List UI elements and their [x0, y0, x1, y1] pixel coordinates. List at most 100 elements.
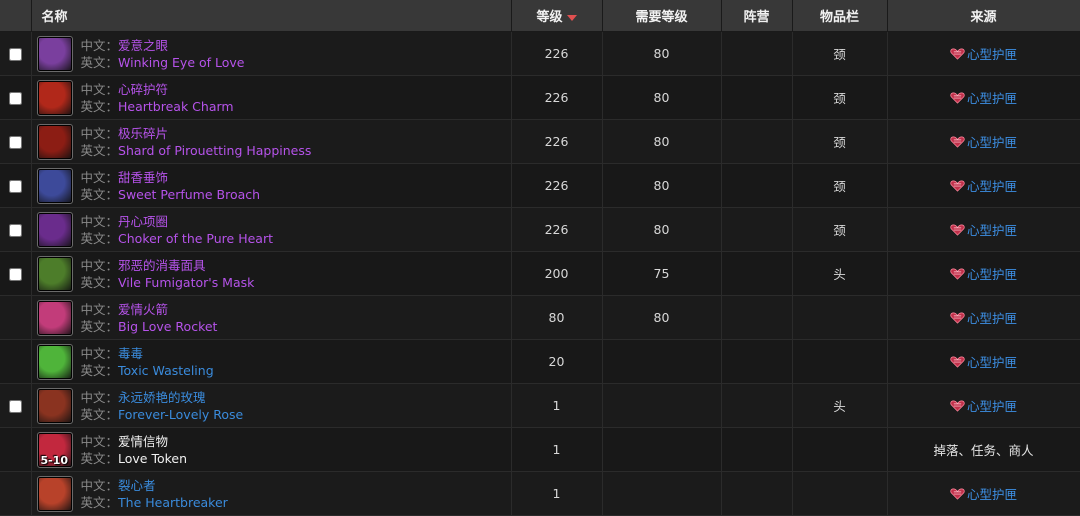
req-level-cell: 80 [602, 163, 722, 208]
cn-prefix: 中文： [80, 125, 119, 141]
sort-desc-icon [566, 14, 577, 21]
item-icon[interactable] [36, 343, 73, 380]
row-checkbox[interactable] [8, 400, 22, 413]
item-icon[interactable]: 5-10 [36, 431, 73, 468]
cn-prefix: 中文： [80, 477, 119, 493]
row-checkbox[interactable] [8, 136, 22, 149]
item-icon[interactable] [36, 123, 73, 160]
req-level-cell [602, 383, 722, 428]
row-checkbox[interactable] [8, 92, 22, 105]
row-checkbox[interactable] [8, 48, 22, 61]
slot-cell: 颈 [792, 119, 888, 164]
item-name-cn[interactable]: 丹心项圈 [118, 214, 168, 229]
source-link-label: 心型护匣 [966, 487, 1017, 502]
header-row: 名称 等级 需要等级 阵营 物品栏 来源 [0, 0, 1080, 32]
item-name-en[interactable]: Love Token [118, 451, 187, 466]
table-row: 中文：极乐碎片 英文：Shard of Pirouetting Happiness… [0, 119, 1080, 164]
faction-cell [721, 295, 793, 340]
item-name-cn[interactable]: 裂心者 [118, 478, 156, 493]
row-checkbox[interactable] [8, 224, 22, 237]
select-cell [0, 207, 32, 252]
item-name-cn[interactable]: 爱情火箭 [118, 302, 168, 317]
heart-box-icon [950, 488, 965, 500]
en-prefix: 英文： [80, 54, 119, 70]
source-link-label: 心型护匣 [966, 223, 1017, 238]
stack-count-badge: 5-10 [40, 453, 69, 467]
item-icon[interactable] [36, 299, 73, 336]
item-name-en[interactable]: Toxic Wasteling [118, 363, 214, 378]
header-slot[interactable]: 物品栏 [792, 0, 888, 32]
faction-cell [721, 119, 793, 164]
row-checkbox[interactable] [8, 268, 22, 281]
select-cell [0, 251, 32, 296]
cn-prefix: 中文： [80, 169, 119, 185]
cn-prefix: 中文： [80, 257, 119, 273]
item-icon[interactable] [36, 79, 73, 116]
level-cell: 226 [511, 31, 603, 76]
header-level[interactable]: 等级 [511, 0, 603, 32]
source-link[interactable]: 心型护匣 [950, 88, 1017, 107]
source-link[interactable]: 心型护匣 [950, 396, 1017, 415]
item-name-cn[interactable]: 极乐碎片 [118, 126, 168, 141]
item-name-en[interactable]: Big Love Rocket [118, 319, 217, 334]
heart-box-icon [950, 268, 965, 280]
cn-prefix: 中文： [80, 81, 119, 97]
level-cell: 226 [511, 163, 603, 208]
source-link-label: 心型护匣 [966, 91, 1017, 106]
item-name-cn[interactable]: 心碎护符 [118, 82, 168, 97]
heart-box-icon [950, 92, 965, 104]
en-prefix: 英文： [80, 98, 119, 114]
source-link[interactable]: 心型护匣 [950, 220, 1017, 239]
item-name-en[interactable]: Shard of Pirouetting Happiness [118, 143, 311, 158]
item-name-en[interactable]: Vile Fumigator's Mask [118, 275, 254, 290]
header-source[interactable]: 来源 [887, 0, 1080, 32]
items-table: 名称 等级 需要等级 阵营 物品栏 来源 中文：爱意之眼 英文：Winking E… [0, 0, 1080, 516]
source-link[interactable]: 心型护匣 [950, 352, 1017, 371]
item-name-cn[interactable]: 爱情信物 [118, 434, 168, 449]
table-row: 中文：爱意之眼 英文：Winking Eye of Love 226 80 颈心型护匣 [0, 31, 1080, 76]
item-name-en[interactable]: Sweet Perfume Broach [118, 187, 260, 202]
slot-cell [792, 295, 888, 340]
item-name-cn[interactable]: 永远娇艳的玫瑰 [118, 390, 206, 405]
header-name[interactable]: 名称 [31, 0, 512, 32]
cn-prefix: 中文： [80, 301, 119, 317]
source-link[interactable]: 心型护匣 [950, 264, 1017, 283]
name-cell: 5-10 中文：爱情信物 英文：Love Token [31, 427, 512, 472]
source-link[interactable]: 心型护匣 [950, 44, 1017, 63]
item-name-en[interactable]: Winking Eye of Love [118, 55, 244, 70]
item-icon[interactable] [36, 255, 73, 292]
source-cell: 心型护匣 [887, 31, 1080, 76]
item-name-cn[interactable]: 毒毒 [118, 346, 143, 361]
faction-cell [721, 383, 793, 428]
table-row: 中文：永远娇艳的玫瑰 英文：Forever-Lovely Rose 1 头心型护匣 [0, 383, 1080, 428]
row-checkbox[interactable] [8, 180, 22, 193]
en-prefix: 英文： [80, 450, 119, 466]
item-name-en[interactable]: Heartbreak Charm [118, 99, 234, 114]
item-name-cn[interactable]: 邪恶的消毒面具 [118, 258, 206, 273]
source-link[interactable]: 心型护匣 [950, 176, 1017, 195]
item-icon[interactable] [36, 35, 73, 72]
header-faction[interactable]: 阵营 [721, 0, 793, 32]
item-icon[interactable] [36, 387, 73, 424]
source-link[interactable]: 心型护匣 [950, 132, 1017, 151]
header-select [0, 0, 32, 32]
source-link[interactable]: 心型护匣 [950, 308, 1017, 327]
header-req-level[interactable]: 需要等级 [602, 0, 722, 32]
item-icon[interactable] [36, 475, 73, 512]
item-name-cn[interactable]: 甜香垂饰 [118, 170, 168, 185]
item-name-en[interactable]: Forever-Lovely Rose [118, 407, 243, 422]
slot-cell: 头 [792, 251, 888, 296]
header-req-level-label: 需要等级 [635, 10, 688, 25]
source-cell: 心型护匣 [887, 75, 1080, 120]
item-icon[interactable] [36, 211, 73, 248]
item-name-en[interactable]: The Heartbreaker [118, 495, 228, 510]
name-cell: 中文：极乐碎片 英文：Shard of Pirouetting Happiness [31, 119, 512, 164]
source-link-label: 心型护匣 [966, 399, 1017, 414]
item-name-en[interactable]: Choker of the Pure Heart [118, 231, 273, 246]
source-link[interactable]: 心型护匣 [950, 484, 1017, 503]
req-level-cell [602, 339, 722, 384]
source-link-label: 心型护匣 [966, 179, 1017, 194]
item-name-cn[interactable]: 爱意之眼 [118, 38, 168, 53]
slot-cell [792, 471, 888, 516]
item-icon[interactable] [36, 167, 73, 204]
